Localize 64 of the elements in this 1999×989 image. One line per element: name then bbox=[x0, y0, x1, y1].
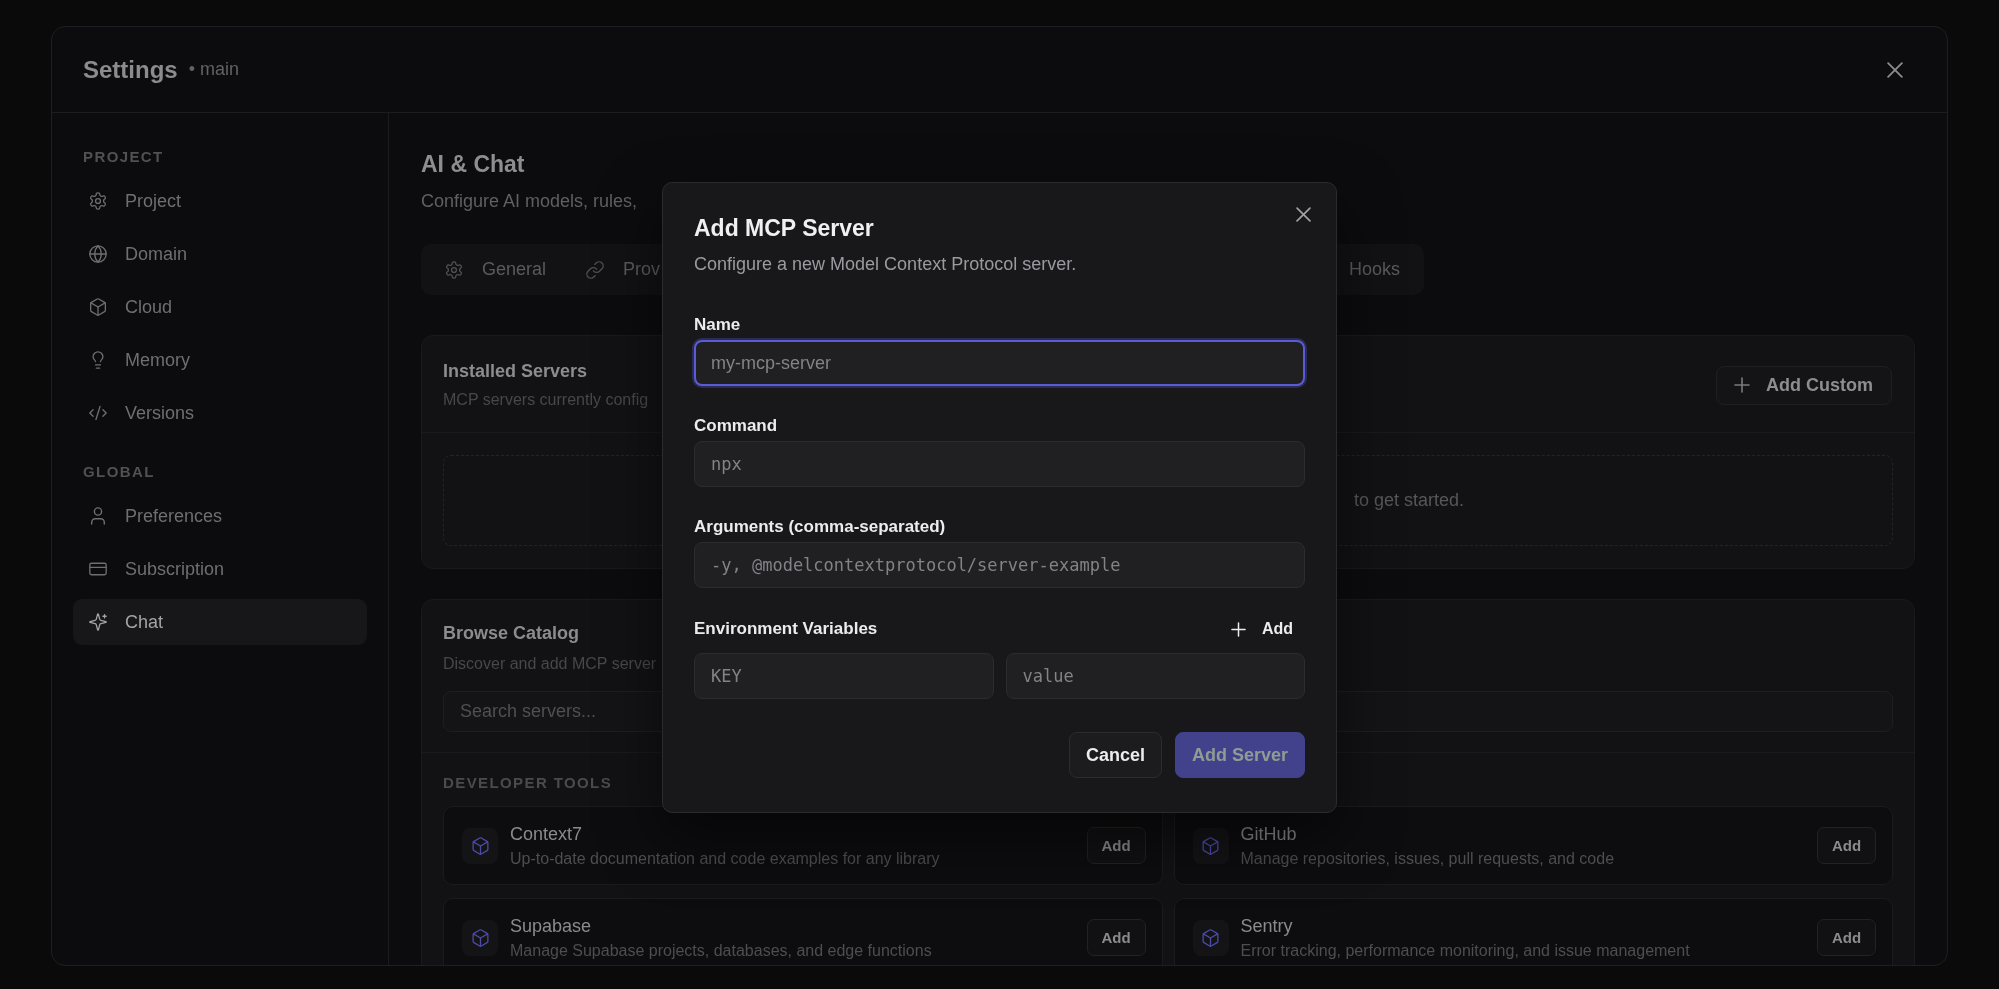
sidebar-item[interactable]: Subscription bbox=[73, 546, 367, 592]
lightbulb-icon bbox=[89, 351, 107, 369]
server-name: Supabase bbox=[510, 914, 592, 937]
section-heading: GLOBAL bbox=[83, 463, 155, 481]
server-description: Manage repositories, issues, pull requests, and code bbox=[1240, 848, 1615, 869]
sidebar-item[interactable]: Versions bbox=[73, 390, 367, 436]
page-subtitle: Configure AI models, rules, bbox=[421, 190, 638, 212]
field-label: Name bbox=[694, 315, 741, 335]
server-name: Sentry bbox=[1240, 914, 1293, 937]
cancel-button[interactable]: Cancel bbox=[1068, 732, 1162, 778]
close-icon[interactable] bbox=[1296, 207, 1311, 222]
server-description: Error tracking, performance monitoring, and issue management bbox=[1240, 940, 1690, 961]
server-name: Context7 bbox=[510, 822, 583, 845]
server-description: Manage Supabase projects, databases, and edge functions bbox=[510, 940, 932, 961]
plus-icon bbox=[1230, 621, 1246, 637]
input-field[interactable]: -y, @modelcontextprotocol/server-example bbox=[694, 542, 1305, 588]
add-button[interactable]: Add bbox=[1086, 827, 1146, 864]
sparkle-icon bbox=[89, 613, 107, 631]
branch-label: • main bbox=[188, 59, 239, 80]
category-heading: DEVELOPER TOOLS bbox=[443, 774, 613, 792]
code-icon bbox=[89, 404, 107, 422]
close-icon[interactable] bbox=[1887, 61, 1903, 78]
link-icon bbox=[586, 260, 605, 279]
add-button[interactable]: Add bbox=[1086, 919, 1146, 956]
dialog-title: Add MCP Server bbox=[694, 214, 874, 242]
plus-icon bbox=[1734, 377, 1750, 393]
empty-state-text: to get started. bbox=[1353, 490, 1464, 511]
window-title: Settings bbox=[83, 55, 178, 84]
value-input[interactable]: value bbox=[1005, 653, 1305, 699]
gear-icon bbox=[445, 260, 463, 279]
input-field[interactable]: npx bbox=[694, 441, 1305, 487]
add-variable-button[interactable]: Add bbox=[1222, 613, 1305, 645]
tab[interactable]: Prov bbox=[566, 249, 681, 290]
globe-icon bbox=[89, 245, 107, 263]
page-title: AI & Chat bbox=[421, 150, 525, 178]
add-custom-button[interactable]: Add Custom bbox=[1716, 365, 1892, 405]
field-label: Arguments (comma-separated) bbox=[694, 517, 946, 537]
key-input[interactable]: KEY bbox=[694, 653, 994, 699]
section-heading: PROJECT bbox=[83, 148, 164, 166]
input-field[interactable]: my-mcp-server bbox=[694, 340, 1305, 386]
server-description: Up-to-date documentation and code examples for any library bbox=[510, 848, 940, 869]
add-button[interactable]: Add bbox=[1817, 827, 1876, 864]
card-title: Installed Servers bbox=[443, 360, 588, 382]
sidebar-item[interactable]: Memory bbox=[73, 337, 367, 383]
sidebar-item[interactable]: Preferences bbox=[73, 493, 367, 539]
person-icon bbox=[89, 507, 107, 525]
sidebar-item[interactable]: Project bbox=[73, 178, 367, 224]
sidebar-item[interactable]: Domain bbox=[73, 231, 367, 277]
sidebar-item[interactable]: Chat bbox=[73, 599, 367, 645]
gear-icon bbox=[89, 192, 107, 210]
credit-card-icon bbox=[89, 560, 107, 578]
card-title: Browse Catalog bbox=[443, 622, 580, 644]
server-name: GitHub bbox=[1240, 822, 1297, 845]
cube-icon bbox=[462, 919, 498, 956]
dialog-subtitle: Configure a new Model Context Protocol server. bbox=[694, 253, 1077, 275]
cube-icon bbox=[1192, 827, 1229, 864]
field-label: Command bbox=[694, 416, 778, 436]
cube-icon bbox=[462, 827, 498, 864]
cube-icon bbox=[89, 298, 107, 316]
cube-icon bbox=[1192, 919, 1229, 956]
sidebar-item[interactable]: Cloud bbox=[73, 284, 367, 330]
field-label: Environment Variables bbox=[694, 619, 878, 639]
tab[interactable]: General bbox=[425, 249, 567, 290]
add-button[interactable]: Add bbox=[1817, 919, 1876, 956]
